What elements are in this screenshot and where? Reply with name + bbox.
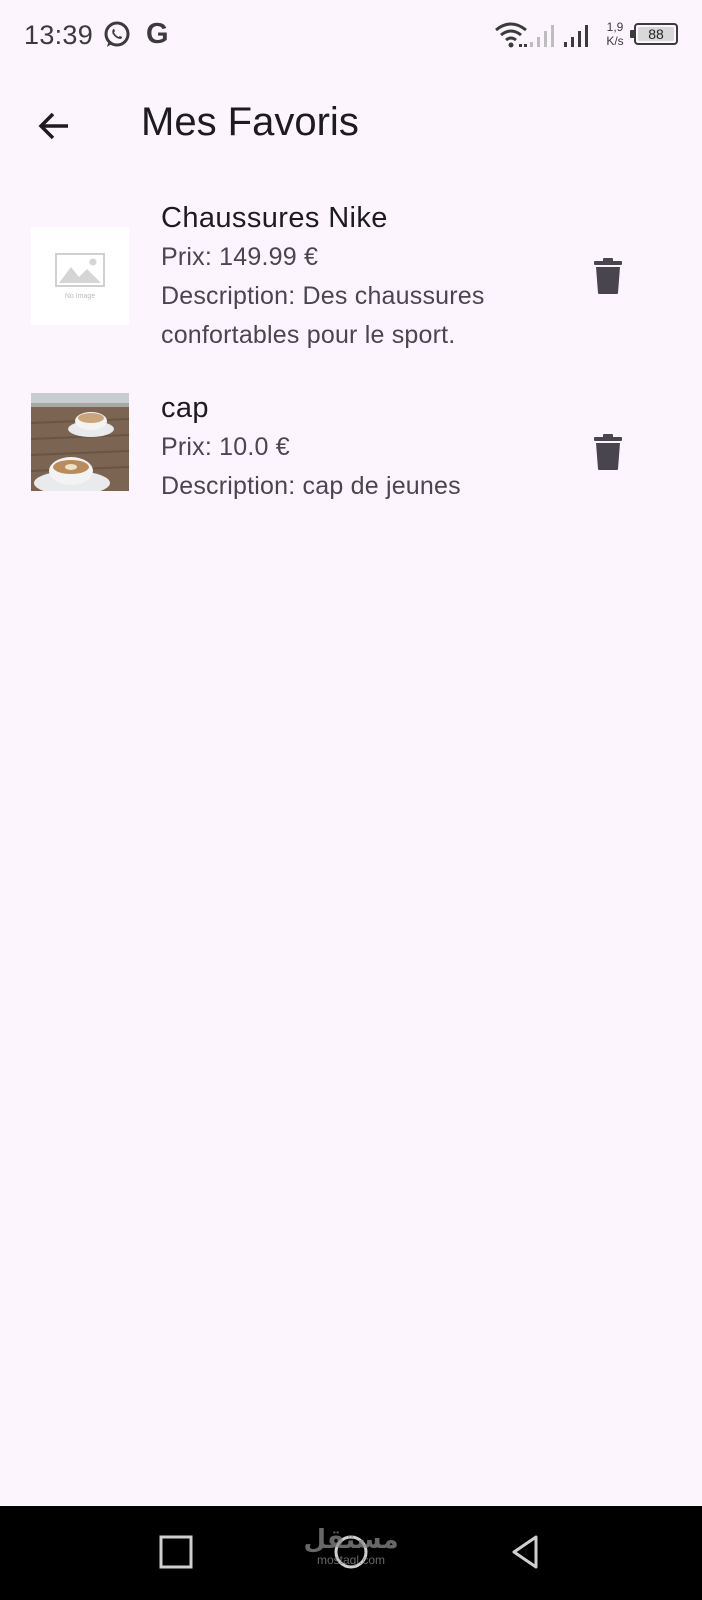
image-placeholder-icon [55,253,105,287]
back-button[interactable] [26,98,82,154]
battery-level: 88 [638,27,674,41]
item-name: Chaussures Nike [161,202,388,234]
watermark-arabic: مستقل [303,1525,399,1555]
network-speed: 1,9 K/s [602,20,628,48]
network-speed-unit: K/s [606,34,624,48]
battery-icon: 88 [630,23,678,45]
trash-icon [594,258,622,294]
item-description: Description: Des chaussures confortables… [161,282,485,349]
system-nav-bar: مستقل mostaql.com [0,1506,702,1600]
arrow-back-icon [38,112,68,140]
delete-button[interactable] [580,424,636,480]
item-price: Prix: 10.0 € [161,433,290,461]
signal-sim2-icon [564,25,588,47]
item-name: cap [161,392,209,424]
status-bar: 13:39 G 1,9 K/s 88 [0,0,702,72]
item-text: cap Prix: 10.0 € Description: cap de jeu… [161,388,561,506]
square-icon[interactable] [156,1532,196,1572]
triangle-back-icon[interactable] [506,1532,546,1572]
signal-sim1-icon [530,25,554,47]
watermark: مستقل mostaql.com [296,1526,406,1566]
favorites-list: No Image Chaussures Nike Prix: 149.99 € … [0,190,702,544]
page-title: Mes Favoris [141,100,359,144]
trash-icon [594,434,622,470]
no-image-caption: No Image [64,293,96,300]
item-price: Prix: 149.99 € [161,243,319,271]
no-image-placeholder: No Image [31,227,129,325]
item-text: Chaussures Nike Prix: 149.99 € Descripti… [161,198,561,355]
status-time: 13:39 [24,20,94,50]
google-icon: G [146,18,169,50]
delete-button[interactable] [580,248,636,304]
wifi-icon [495,22,527,48]
list-item[interactable]: No Image Chaussures Nike Prix: 149.99 € … [0,190,702,384]
app-bar: Mes Favoris [0,80,702,168]
item-description: Description: cap de jeunes [161,472,461,500]
watermark-latin: mostaql.com [316,1553,386,1567]
coffee-photo-image [31,393,129,491]
coffee-cups-photo [31,393,129,491]
network-speed-value: 1,9 [606,20,624,34]
whatsapp-icon [104,21,130,47]
list-item[interactable]: cap Prix: 10.0 € Description: cap de jeu… [0,384,702,544]
